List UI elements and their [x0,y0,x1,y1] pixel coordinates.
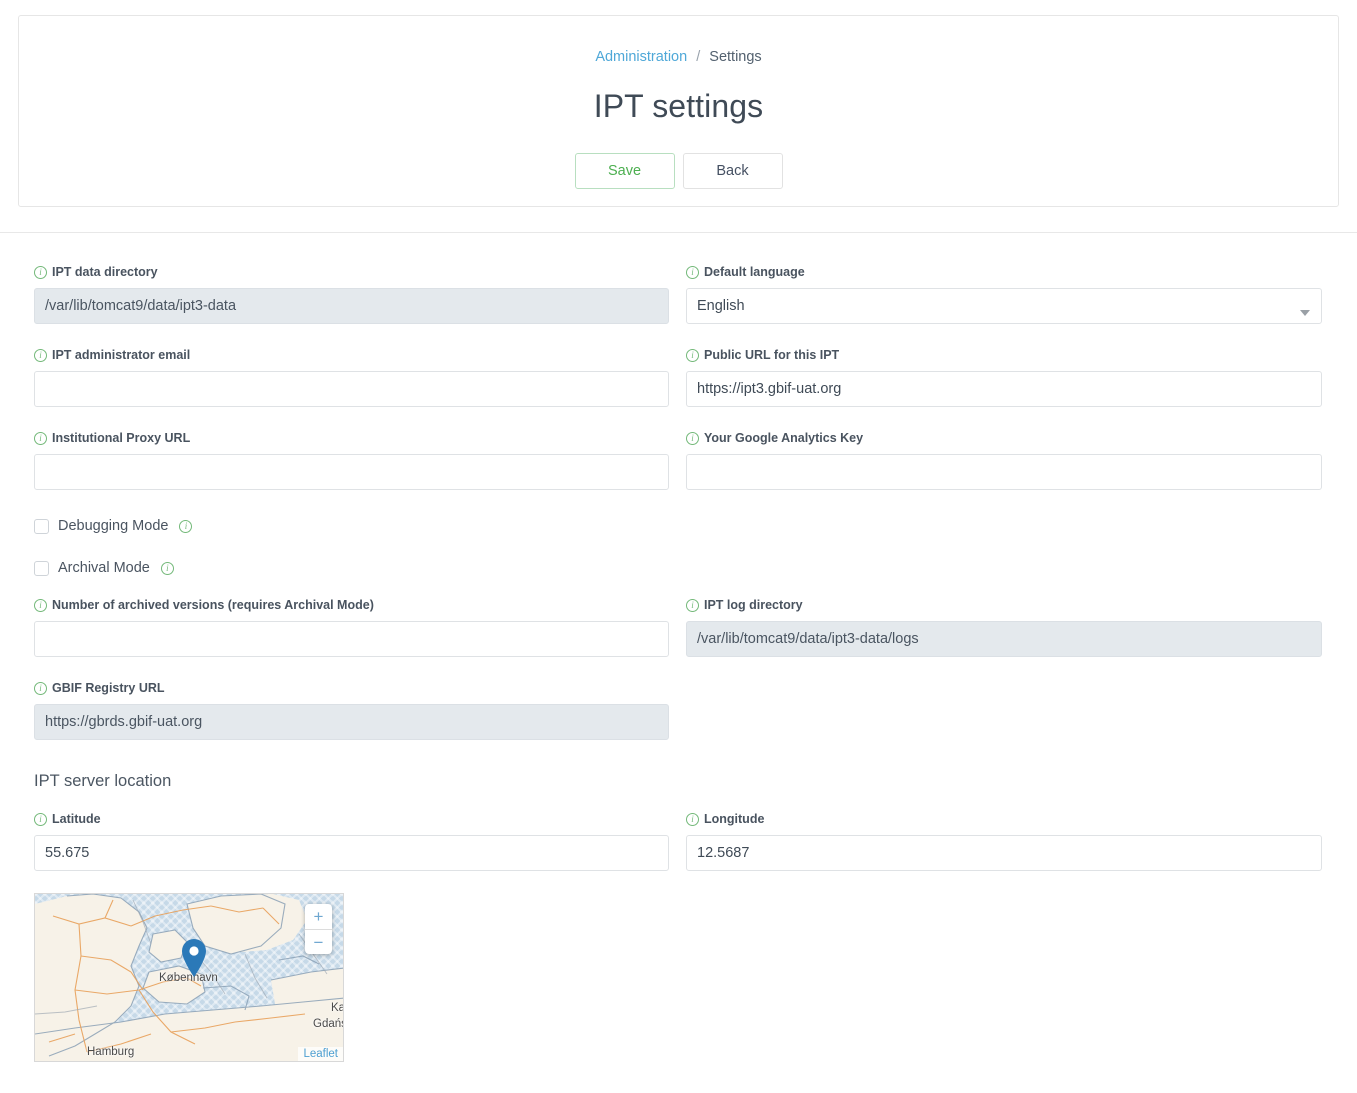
field-google-analytics-key: Your Google Analytics Key [686,430,1322,490]
field-archived-versions: Number of archived versions (requires Ar… [34,597,669,657]
field-latitude: Latitude [34,811,669,871]
label-text: Number of archived versions (requires Ar… [52,598,374,612]
ipt-data-directory-input[interactable] [34,288,669,324]
info-icon[interactable] [686,812,699,826]
server-location-heading: IPT server location [34,772,172,790]
longitude-input[interactable] [686,835,1322,871]
info-icon[interactable] [34,431,47,445]
info-icon[interactable] [34,681,47,695]
server-location-section: IPT server location [34,772,669,791]
label-text: GBIF Registry URL [52,681,165,695]
field-ipt-log-directory: IPT log directory [686,597,1322,657]
breadcrumb-current-settings: Settings [709,49,762,65]
label-text: IPT administrator email [52,348,191,362]
map-label-ka: Ka [331,1002,344,1014]
label-ipt-log-directory: IPT log directory [686,597,1322,613]
breadcrumb: Administration / Settings [19,49,1338,65]
breadcrumb-link-administration[interactable]: Administration [595,49,687,65]
latitude-input[interactable] [34,835,669,871]
label-longitude: Longitude [686,811,1322,827]
field-institutional-proxy-url: Institutional Proxy URL [34,430,669,490]
map-label-hamburg: Hamburg [87,1046,135,1058]
label-gbif-registry-url: GBIF Registry URL [34,680,669,696]
info-icon[interactable] [686,431,699,445]
map-label-gdansk: Gdańsk [313,1018,343,1030]
gbif-registry-url-input[interactable] [34,704,669,740]
info-icon[interactable] [686,598,699,612]
archival-mode-row[interactable]: Archival Mode [34,560,669,576]
header-button-row: Save Back [19,153,1338,189]
info-icon[interactable] [34,348,47,362]
map-zoom-controls: + − [305,904,332,954]
field-public-url: Public URL for this IPT [686,347,1322,407]
info-icon[interactable] [179,519,193,533]
label-archived-versions: Number of archived versions (requires Ar… [34,597,669,613]
info-icon[interactable] [34,598,47,612]
default-language-select[interactable] [686,288,1322,324]
google-analytics-key-input[interactable] [686,454,1322,490]
default-language-select-wrap [686,288,1322,324]
debugging-mode-checkbox[interactable] [34,518,49,534]
label-google-analytics-key: Your Google Analytics Key [686,430,1322,446]
page-header-card: Administration / Settings IPT settings S… [18,15,1339,207]
public-url-input[interactable] [686,371,1322,407]
archival-mode-label[interactable]: Archival Mode [58,560,150,576]
label-text: Your Google Analytics Key [704,431,864,445]
leaflet-attribution-link[interactable]: Leaflet [303,1048,338,1060]
debugging-mode-row[interactable]: Debugging Mode [34,518,669,534]
field-ipt-administrator-email: IPT administrator email [34,347,669,407]
info-icon[interactable] [160,561,174,575]
info-icon[interactable] [686,348,699,362]
label-text: IPT data directory [52,265,158,279]
label-ipt-data-directory: IPT data directory [34,264,669,280]
info-icon[interactable] [686,265,699,279]
header-divider [0,232,1357,233]
ipt-administrator-email-input[interactable] [34,371,669,407]
label-default-language: Default language [686,264,1322,280]
label-latitude: Latitude [34,811,669,827]
archival-mode-checkbox[interactable] [34,560,49,576]
label-text: Longitude [704,812,765,826]
map-zoom-in-button[interactable]: + [305,904,332,929]
label-text: Latitude [52,812,101,826]
breadcrumb-separator: / [696,49,701,65]
map-location-pin[interactable] [181,938,207,978]
info-icon[interactable] [34,265,47,279]
label-text: IPT log directory [704,598,803,612]
save-button[interactable]: Save [574,153,675,189]
field-longitude: Longitude [686,811,1322,871]
debugging-mode-label[interactable]: Debugging Mode [58,518,168,534]
label-text: Public URL for this IPT [704,348,840,362]
field-gbif-registry-url: GBIF Registry URL [34,680,669,740]
label-ipt-administrator-email: IPT administrator email [34,347,669,363]
field-debugging-mode: Debugging Mode [34,518,669,534]
label-public-url: Public URL for this IPT [686,347,1322,363]
page-title: IPT settings [593,88,764,124]
label-text: Default language [704,265,805,279]
field-default-language: Default language [686,264,1322,324]
label-institutional-proxy-url: Institutional Proxy URL [34,430,669,446]
back-button[interactable]: Back [682,153,783,189]
map-attribution: Leaflet [298,1047,343,1061]
server-location-map[interactable]: København Hamburg Gdańsk Ka + − Leaflet [34,893,344,1062]
institutional-proxy-url-input[interactable] [34,454,669,490]
map-zoom-out-button[interactable]: − [305,929,332,954]
label-text: Institutional Proxy URL [52,431,191,445]
info-icon[interactable] [34,812,47,826]
field-ipt-data-directory: IPT data directory [34,264,669,324]
ipt-log-directory-input[interactable] [686,621,1322,657]
archived-versions-input[interactable] [34,621,669,657]
field-archival-mode: Archival Mode [34,560,669,576]
